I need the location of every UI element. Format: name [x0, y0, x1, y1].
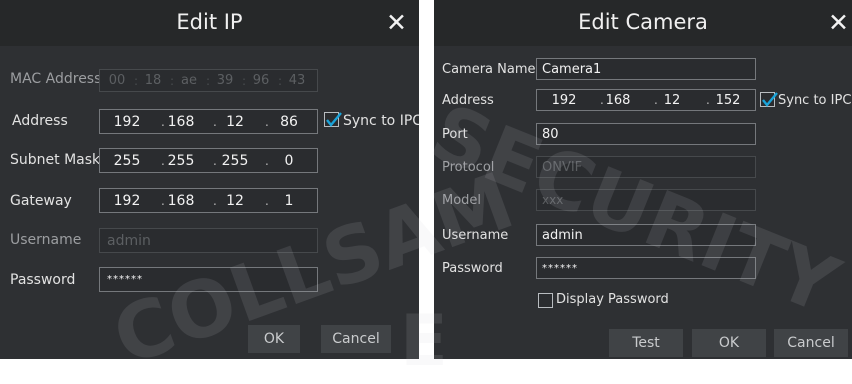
ip-octet[interactable]: 86	[266, 110, 312, 133]
ip-octet[interactable]: 168	[158, 110, 204, 133]
ip-octet[interactable]: 0	[266, 149, 312, 172]
username-label: Username	[442, 228, 509, 243]
model-label: Model	[442, 193, 482, 208]
ip-octet[interactable]: 255	[212, 149, 258, 172]
camera-name-value: Camera1	[542, 61, 602, 77]
ip-octet[interactable]: 1	[266, 189, 312, 212]
cancel-button[interactable]: Cancel	[774, 329, 848, 357]
subnet-mask-label: Subnet Mask	[10, 152, 101, 168]
edit-camera-dialog: Edit Camera ✕ Camera Name Camera1 Addres…	[434, 0, 852, 359]
cancel-button[interactable]: Cancel	[321, 325, 391, 353]
ip-octet[interactable]: 168	[158, 189, 204, 212]
password-label: Password	[10, 272, 76, 288]
check-icon	[326, 112, 342, 127]
ok-button[interactable]: OK	[248, 325, 300, 353]
sync-to-ipc-checkbox[interactable]	[324, 112, 342, 127]
password-value: ******	[107, 274, 143, 285]
ip-octet[interactable]: 192	[541, 90, 587, 110]
password-field[interactable]: ******	[536, 257, 756, 279]
display-password-checkbox[interactable]	[538, 293, 553, 308]
protocol-value: ONVIF	[542, 159, 583, 175]
password-label: Password	[442, 261, 503, 276]
ip-octet[interactable]: 192	[104, 189, 150, 212]
model-value: xxx	[542, 193, 564, 207]
username-field[interactable]: admin	[536, 224, 756, 246]
sync-to-ipc-label: Sync to IPC	[343, 113, 419, 129]
ip-octet[interactable]: 12	[212, 110, 258, 133]
password-value: ******	[542, 262, 578, 274]
camera-name-label: Camera Name	[442, 62, 536, 77]
address-label: Address	[12, 113, 68, 129]
ip-octet[interactable]: 12	[212, 189, 258, 212]
port-field[interactable]: 80	[536, 123, 756, 145]
title-bar: Edit IP ✕	[0, 0, 419, 46]
close-icon[interactable]: ✕	[828, 8, 849, 38]
edit-ip-dialog: Edit IP ✕ MAC Address 00 : 18 : ae : 39 …	[0, 0, 419, 359]
display-password-label: Display Password	[556, 292, 669, 307]
ip-octet[interactable]: 12	[649, 90, 695, 110]
dialog-title: Edit IP	[176, 10, 243, 34]
protocol-field: ONVIF	[536, 156, 756, 178]
dialog-title: Edit Camera	[578, 10, 708, 34]
mac-seg: 18	[144, 73, 162, 88]
password-field[interactable]: ******	[99, 267, 318, 292]
ip-octet[interactable]: 152	[705, 90, 751, 110]
close-icon[interactable]: ✕	[386, 8, 407, 38]
ip-octet[interactable]: 168	[595, 90, 641, 110]
sync-to-ipc-checkbox[interactable]	[760, 92, 778, 107]
gateway-label: Gateway	[10, 193, 72, 209]
username-value: admin	[542, 227, 583, 243]
check-icon	[762, 92, 778, 107]
port-value: 80	[542, 126, 559, 142]
mac-seg: 39	[216, 73, 234, 88]
title-bar: Edit Camera ✕	[434, 0, 852, 46]
username-value: admin	[107, 232, 151, 249]
protocol-label: Protocol	[442, 160, 495, 175]
port-label: Port	[442, 127, 468, 142]
mac-address-field: 00 : 18 : ae : 39 : 96 : 43	[99, 69, 318, 92]
ip-octet[interactable]: 255	[104, 149, 150, 172]
mac-seg: ae	[181, 73, 197, 88]
address-field[interactable]: 192 . 168 . 12 . 86	[99, 109, 318, 134]
username-field: admin	[99, 228, 318, 253]
username-label: Username	[10, 232, 82, 248]
subnet-mask-field[interactable]: 255 . 255 . 255 . 0	[99, 148, 318, 173]
mac-seg: 43	[288, 73, 306, 88]
gateway-field[interactable]: 192 . 168 . 12 . 1	[99, 188, 318, 213]
ip-octet[interactable]: 255	[158, 149, 204, 172]
ip-octet[interactable]: 192	[104, 110, 150, 133]
model-field: xxx	[536, 189, 756, 211]
camera-name-field[interactable]: Camera1	[536, 58, 756, 80]
ok-button[interactable]: OK	[692, 329, 766, 357]
sync-to-ipc-label: Sync to IPC	[778, 93, 852, 108]
test-button[interactable]: Test	[609, 329, 683, 357]
mac-address-label: MAC Address	[10, 71, 102, 87]
mac-seg: 00	[108, 73, 126, 88]
address-label: Address	[442, 93, 494, 108]
mac-seg: 96	[252, 73, 270, 88]
address-field[interactable]: 192 . 168 . 12 . 152	[536, 89, 756, 111]
